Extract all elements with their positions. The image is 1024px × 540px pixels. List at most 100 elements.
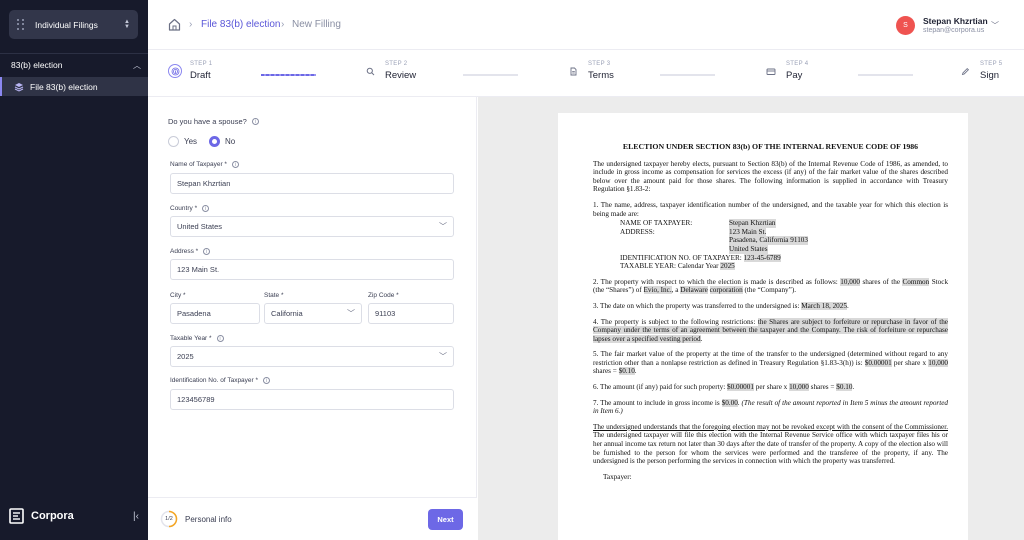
sidebar-item-label: File 83(b) election <box>30 81 98 92</box>
field-value: 2025 <box>177 352 194 361</box>
doc-key: NAME OF TAXPAYER: <box>620 219 693 228</box>
sidebar: Individual Filings ▲ ▼ 83(b) election ︿ F… <box>0 0 148 540</box>
home-icon[interactable] <box>168 18 181 31</box>
doc-text: 7. The amount to include in gross income… <box>593 398 720 407</box>
address-input[interactable]: 123 Main St. <box>170 259 454 280</box>
city-input[interactable]: Pasadena <box>170 303 260 324</box>
form-panel: Do you have a spouse? i Yes No Name of T… <box>148 97 477 540</box>
step-name: Pay <box>786 70 803 81</box>
step-number: STEP 4 <box>786 61 809 67</box>
id-number-label: Identification No. of Taxpayer * i <box>170 377 271 384</box>
document-item-7: 7. The amount to include in gross income… <box>593 398 948 416</box>
field-label-text: Taxable Year * <box>170 335 212 342</box>
filings-select[interactable]: Individual Filings ▲ ▼ <box>9 10 138 39</box>
form-footer: 1/2 Personal info Next <box>148 497 477 540</box>
state-select[interactable]: California ﹀ <box>264 303 362 324</box>
zip-input[interactable]: 91103 <box>368 303 454 324</box>
next-button[interactable]: Next <box>428 509 463 530</box>
doc-text: shares = <box>593 367 617 376</box>
spouse-yes-radio[interactable]: Yes <box>168 136 197 147</box>
taxable-year-select[interactable]: 2025 ﹀ <box>170 346 454 367</box>
doc-text: per share x <box>893 358 927 367</box>
step-name: Terms <box>588 70 614 81</box>
document-item-3: 3. The date on which the property was tr… <box>593 301 849 310</box>
state-label: State * <box>264 292 284 299</box>
doc-value: $0.10 <box>836 383 853 392</box>
sidebar-section-83b[interactable]: 83(b) election ︿ <box>11 59 141 71</box>
sidebar-item-file-83b[interactable]: File 83(b) election <box>0 77 148 96</box>
step-review[interactable]: STEP 2 Review <box>363 61 416 81</box>
doc-key: TAXABLE YEAR: Calendar Year <box>620 262 719 271</box>
field-value: United States <box>177 222 223 231</box>
step-connector <box>463 74 518 76</box>
chevron-updown-icon: ▲ ▼ <box>124 18 130 30</box>
step-number: STEP 5 <box>980 61 1003 67</box>
taxpayer-name-input[interactable]: Stepan Khzrtian <box>170 173 454 194</box>
doc-value: corporation <box>709 286 743 295</box>
radio-circle <box>168 136 179 147</box>
doc-text: 4. The property is subject to the follow… <box>593 317 756 326</box>
step-name: Draft <box>190 70 211 81</box>
field-label-text: Country * <box>170 205 198 212</box>
step-draft[interactable]: STEP 1 Draft <box>168 61 212 81</box>
doc-value: 2025 <box>720 262 735 271</box>
info-icon[interactable]: i <box>216 335 224 342</box>
radio-label: Yes <box>184 137 198 146</box>
step-sign[interactable]: STEP 5 Sign <box>958 61 1002 81</box>
step-connector <box>660 74 715 76</box>
field-label-text: State * <box>264 292 284 299</box>
country-select[interactable]: United States ﹀ <box>170 216 454 237</box>
doc-key: IDENTIFICATION NO. OF TAXPAYER: <box>620 253 742 262</box>
address-label: Address * i <box>170 248 211 255</box>
field-label-text: Identification No. of Taxpayer * <box>170 377 259 384</box>
info-icon[interactable]: i <box>203 248 211 255</box>
sidebar-section-label: 83(b) election <box>11 60 63 70</box>
document-item-1: 1. The name, address, taxpayer identific… <box>593 200 948 218</box>
chevron-down-icon: ﹀ <box>439 352 447 361</box>
radio-label: No <box>225 137 236 146</box>
step-connector <box>261 74 316 76</box>
chevron-down-icon: ﹀ <box>347 309 355 318</box>
breadcrumb-link[interactable]: File 83(b) election <box>201 19 280 30</box>
user-name: Stepan Khzrtian <box>923 16 988 26</box>
doc-key: ADDRESS: <box>620 227 655 236</box>
doc-text: shares = <box>810 383 835 392</box>
info-icon[interactable]: i <box>231 161 239 168</box>
progress-count: 1/2 <box>165 516 173 522</box>
step-number: STEP 1 <box>190 61 213 67</box>
info-icon[interactable]: i <box>251 118 259 125</box>
doc-value: $0.00001 <box>727 383 754 392</box>
collapse-sidebar-icon[interactable]: |‹ <box>133 511 139 522</box>
info-icon[interactable]: i <box>202 205 210 212</box>
step-number: STEP 3 <box>588 61 611 67</box>
document-taxpayer-details: NAME OF TAXPAYER: Stepan Khzrtian ADDRESS… <box>620 219 948 271</box>
info-icon[interactable]: i <box>263 377 271 384</box>
spouse-no-radio[interactable]: No <box>209 136 235 147</box>
chevron-down-icon[interactable]: ﹀ <box>991 20 999 31</box>
document-closing: The undersigned understands that the for… <box>593 423 948 466</box>
grip-icon <box>17 18 25 31</box>
document-intro: The undersigned taxpayer hereby elects, … <box>593 159 948 194</box>
step-pay[interactable]: STEP 4 Pay <box>764 61 808 81</box>
step-number: STEP 2 <box>385 61 408 67</box>
id-number-input[interactable]: 123456789 <box>170 389 454 410</box>
field-value: 123456789 <box>177 395 215 404</box>
step-terms[interactable]: STEP 3 Terms <box>566 61 614 81</box>
step-connector <box>858 74 913 76</box>
doc-text: 2. The property with respect to which th… <box>593 277 838 286</box>
fingerprint-icon <box>168 64 182 78</box>
country-label: Country * i <box>170 205 210 212</box>
breadcrumb-separator-icon: › <box>281 19 285 30</box>
taxpayer-name-label: Name of Taxpayer * i <box>170 161 239 168</box>
breadcrumb-current: New Filling <box>292 19 341 30</box>
progress-label: Personal info <box>185 515 232 524</box>
doc-text: 3. The date on which the property was tr… <box>593 301 800 310</box>
avatar[interactable]: S <box>896 16 915 35</box>
brand-name: Corpora <box>31 510 74 522</box>
chevron-down-icon: ﹀ <box>439 222 447 231</box>
field-value: 123 Main St. <box>177 265 220 274</box>
doc-text: (the “Company”). <box>744 286 797 295</box>
document-page: ELECTION UNDER SECTION 83(b) OF THE INTE… <box>558 113 968 540</box>
document-item-4: 4. The property is subject to the follow… <box>593 317 949 343</box>
document-item-5: 5. The fair market value of the property… <box>593 350 949 376</box>
